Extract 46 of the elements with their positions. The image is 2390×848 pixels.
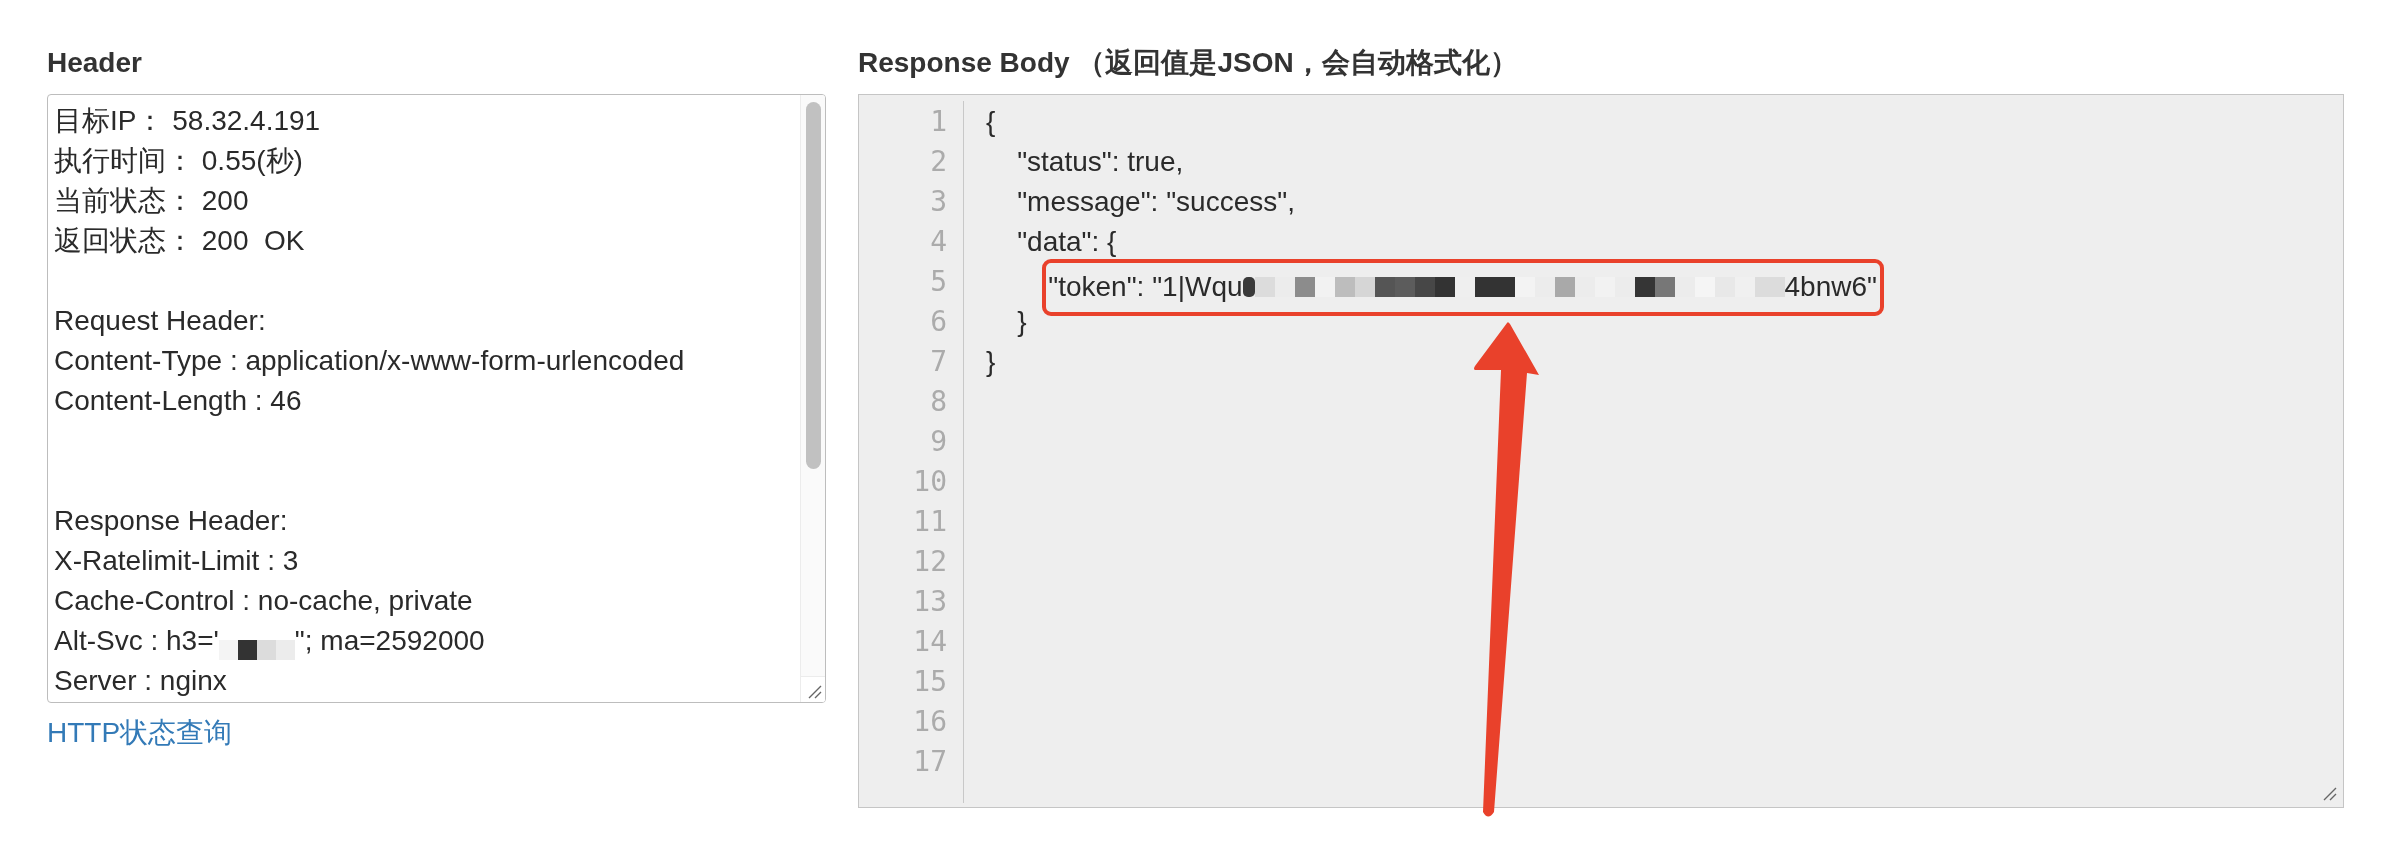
code-line: "status": true, (1017, 145, 1184, 179)
line-number: 8 (929, 384, 947, 420)
code-line: 4bnw6" (1784, 270, 1877, 304)
header-line: 目标IP： 58.32.4.191 (54, 104, 321, 138)
header-line: Cache-Control : no-cache, private (54, 584, 473, 618)
header-line: "; ma=2592000 (294, 624, 485, 658)
code-line: "message": "success", (1017, 185, 1295, 219)
line-number: 6 (929, 304, 947, 340)
header-line: X-Ratelimit-Limit : 3 (54, 544, 299, 578)
line-number: 2 (929, 144, 947, 180)
line-number: 15 (912, 664, 947, 700)
header-line: Alt-Svc : h3=' (54, 624, 219, 658)
header-line: 当前状态： 200 (54, 184, 249, 218)
line-number: 17 (912, 744, 947, 780)
header-line: Content-Length : 46 (54, 384, 302, 418)
line-number: 11 (912, 504, 947, 540)
line-number: 1 (929, 104, 947, 140)
resize-grip-icon[interactable] (2323, 787, 2337, 801)
line-number: 4 (929, 224, 947, 260)
line-number: 10 (912, 464, 947, 500)
line-number: 16 (912, 704, 947, 740)
line-number: 7 (929, 344, 947, 380)
line-number: 12 (912, 544, 947, 580)
header-line: Content-Type : application/x-www-form-urlencoded (54, 344, 685, 378)
header-line: 执行时间： 0.55(秒) (54, 144, 303, 178)
http-status-link[interactable]: HTTP状态查询 (47, 715, 233, 751)
header-text-area[interactable] (47, 94, 826, 703)
header-line: Server : nginx (54, 664, 227, 698)
response-body-editor[interactable]: 1 2 3 4 5 6 7 8 9 10 11 12 13 14 15 16 17 { "status": true, "message": "success", "data": { "token": "1|Wqu 4bnw6" } } (858, 94, 2344, 808)
code-line: { (986, 105, 996, 139)
code-line: "token": "1|Wqu (1048, 270, 1243, 304)
line-number: 5 (929, 264, 947, 300)
code-line: } (986, 345, 996, 379)
line-number: 9 (929, 424, 947, 460)
header-heading: Header (47, 46, 142, 80)
line-number: 13 (912, 584, 947, 620)
code-line: } (1017, 305, 1027, 339)
header-line: 返回状态： 200 OK (54, 224, 305, 258)
line-number: 3 (929, 184, 947, 220)
scrollbar-thumb[interactable] (806, 102, 821, 469)
header-line: Response Header: (54, 504, 288, 538)
line-number: 14 (912, 624, 947, 660)
resize-grip-icon[interactable] (808, 685, 822, 699)
response-body-heading: Response Body （返回值是JSON，会自动格式化） (858, 46, 1518, 80)
header-line: Request Header: (54, 304, 266, 338)
code-line: "data": { (1017, 225, 1117, 259)
